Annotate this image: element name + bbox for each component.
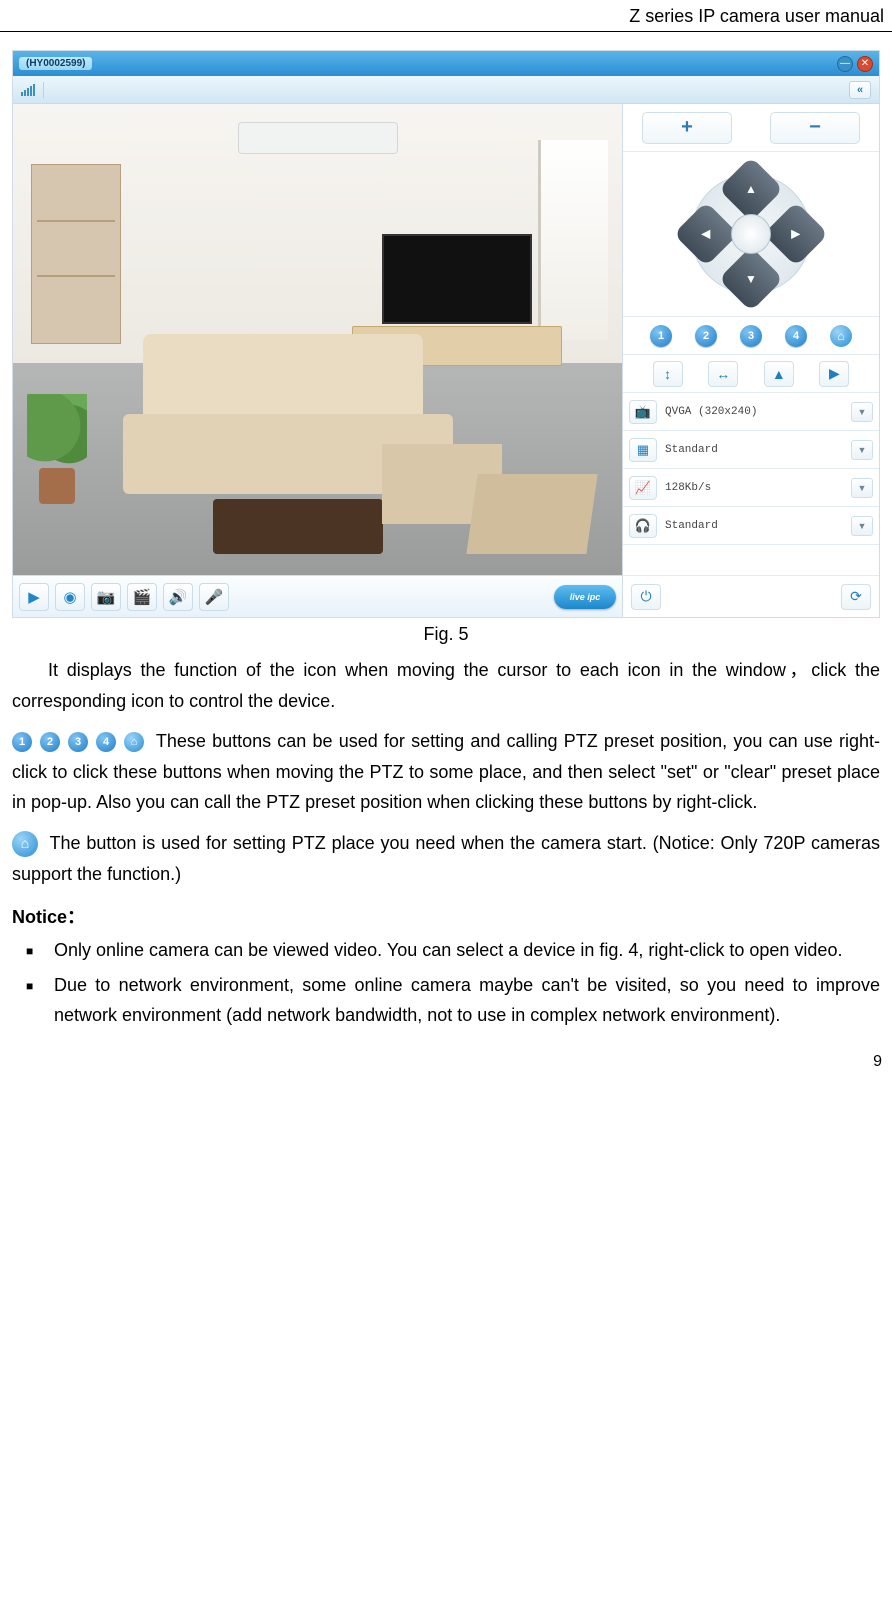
audio-value: Standard: [665, 520, 851, 532]
scene-ac: [238, 122, 398, 154]
scene-window: [538, 140, 608, 340]
refresh-button[interactable]: ⟳: [841, 584, 871, 610]
preset-1-icon: 1: [12, 732, 32, 752]
power-button[interactable]: ⏻: [631, 584, 661, 610]
chevron-down-icon: ▼: [851, 402, 873, 422]
sub-toolbar: «: [13, 76, 879, 104]
device-id-label: (HY0002599): [19, 57, 92, 70]
notice-list: Only online camera can be viewed video. …: [12, 935, 880, 1031]
snapshot-button[interactable]: 📷: [91, 583, 121, 611]
preset-3-button[interactable]: 3: [740, 325, 762, 347]
tv-icon: 📺: [629, 400, 657, 424]
zoom-in-button[interactable]: +: [642, 112, 732, 144]
control-row: ↕ ↔ ▲ ▶: [623, 355, 879, 393]
scene-shelf: [31, 164, 121, 344]
notice-item-1: Only online camera can be viewed video. …: [54, 935, 880, 966]
ptz-center-button[interactable]: [731, 214, 771, 254]
preset-row: 1 2 3 4 ⌂: [623, 317, 879, 355]
minimize-icon[interactable]: —: [837, 56, 853, 72]
bitrate-icon: 📈: [629, 476, 657, 500]
scene-ottoman: [466, 474, 597, 554]
video-toolbar: ▶ ◉ 📷 🎬 🔊 🎤 live ipc: [13, 575, 622, 617]
preset-4-button[interactable]: 4: [785, 325, 807, 347]
ptz-controls: ▲ ▼ ◀ ▶: [623, 152, 879, 317]
resolution-dropdown[interactable]: 📺 QVGA (320x240) ▼: [623, 393, 879, 431]
video-feed[interactable]: [13, 104, 622, 575]
home-icon: ⌂: [12, 831, 38, 857]
page-number: 9: [0, 1035, 892, 1081]
flag-button[interactable]: ▶: [819, 361, 849, 387]
brand-badge: live ipc: [554, 585, 616, 609]
chevron-down-icon: ▼: [851, 478, 873, 498]
resolution-value: QVGA (320x240): [665, 406, 851, 418]
page-header: Z series IP camera user manual: [0, 0, 892, 32]
signal-icon: [21, 84, 35, 96]
paragraph-1: It displays the function of the icon whe…: [12, 655, 880, 716]
quality-value: Standard: [665, 444, 851, 456]
headphone-icon: 🎧: [629, 514, 657, 538]
preset-4-icon: 4: [96, 732, 116, 752]
vertical-flip-button[interactable]: ↕: [653, 361, 683, 387]
app-window: (HY0002599) — ✕ «: [12, 50, 880, 618]
notice-heading: Notice：: [12, 903, 880, 929]
bitrate-dropdown[interactable]: 📈 128Kb/s ▼: [623, 469, 879, 507]
notice-item-2: Due to network environment, some online …: [54, 970, 880, 1031]
quality-icon: ▦: [629, 438, 657, 462]
preset-3-icon: 3: [68, 732, 88, 752]
page-content: (HY0002599) — ✕ «: [0, 32, 892, 1031]
preset-1-button[interactable]: 1: [650, 325, 672, 347]
paragraph-3-text: The button is used for setting PTZ place…: [12, 833, 880, 884]
zoom-out-button[interactable]: −: [770, 112, 860, 144]
preset-icons-inline: 1 2 3 4 ⌂: [12, 732, 144, 752]
scene-plant: [27, 384, 87, 504]
audio-button[interactable]: 🔊: [163, 583, 193, 611]
preset-home-icon: ⌂: [124, 732, 144, 752]
preset-2-icon: 2: [40, 732, 60, 752]
record-button[interactable]: 🎬: [127, 583, 157, 611]
chevron-down-icon: ▼: [851, 440, 873, 460]
paragraph-3: ⌂ The button is used for setting PTZ pla…: [12, 828, 880, 889]
preset-home-button[interactable]: ⌂: [830, 325, 852, 347]
patrol-button[interactable]: ▲: [764, 361, 794, 387]
stop-button[interactable]: ◉: [55, 583, 85, 611]
quality-dropdown[interactable]: ▦ Standard ▼: [623, 431, 879, 469]
paragraph-2: 1 2 3 4 ⌂ These buttons can be used for …: [12, 726, 880, 818]
mic-button[interactable]: 🎤: [199, 583, 229, 611]
scene-coffee-table: [213, 499, 383, 554]
audio-dropdown[interactable]: 🎧 Standard ▼: [623, 507, 879, 545]
preset-2-button[interactable]: 2: [695, 325, 717, 347]
close-icon[interactable]: ✕: [857, 56, 873, 72]
collapse-panel-icon[interactable]: «: [849, 81, 871, 99]
figure-caption: Fig. 5: [12, 624, 880, 645]
play-button[interactable]: ▶: [19, 583, 49, 611]
scene-tv: [382, 234, 532, 324]
bitrate-value: 128Kb/s: [665, 482, 851, 494]
side-panel: + − ▲ ▼ ◀ ▶ 1 2 3: [623, 104, 879, 617]
horizontal-flip-button[interactable]: ↔: [708, 361, 738, 387]
titlebar: (HY0002599) — ✕: [13, 51, 879, 76]
chevron-down-icon: ▼: [851, 516, 873, 536]
